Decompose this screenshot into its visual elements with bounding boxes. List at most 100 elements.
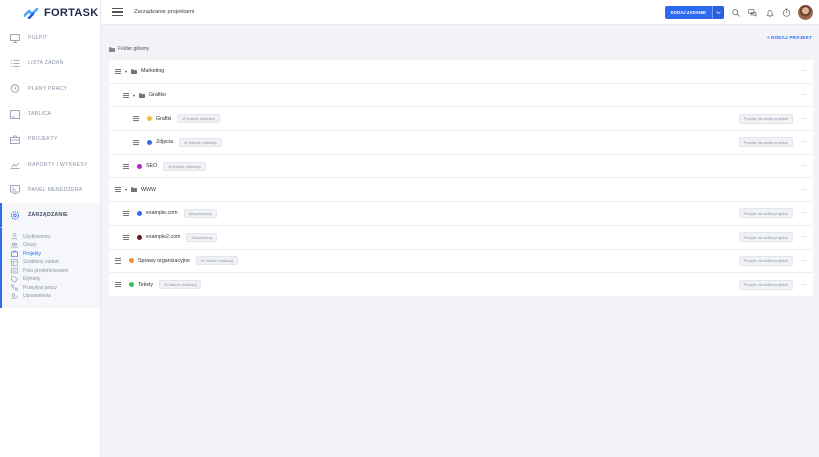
project-name[interactable]: SEO [146,163,157,169]
caret-down-icon[interactable]: ▼ [132,93,136,98]
goto-project-button[interactable]: Przejdź na widok projektu [738,137,793,148]
project-row[interactable]: Teksty W trakcie realizacji Przejdź na w… [109,273,813,297]
sidebar-subitem-grupy[interactable]: Grupy [2,241,100,250]
folder-row[interactable]: ▼ WWW ··· [109,178,813,203]
goto-project-button[interactable]: Przejdź na widok projektu [738,208,793,219]
folder-row[interactable]: ▼ Grafiko ··· [109,83,813,108]
sidebar-subitem-label: Szablony zadań [23,259,59,266]
more-options-icon[interactable]: ··· [800,68,807,74]
chat-icon [748,8,757,17]
more-options-icon[interactable]: ··· [800,258,807,264]
add-project-button[interactable]: + DODAJ PROJEKT [767,35,812,40]
goto-project-button[interactable]: Przejdź na widok projektu [738,279,793,290]
sidebar-item-label: LISTA ZADAŃ [28,60,64,67]
sidebar-subitem-uprawnienia[interactable]: Uprawnienia [2,292,100,301]
caret-down-icon[interactable]: ▼ [124,187,128,192]
drag-handle-icon[interactable] [133,116,139,122]
more-options-icon[interactable]: ··· [800,92,807,98]
more-options-icon[interactable]: ··· [800,116,807,122]
sidebar-item-projekty[interactable]: PROJEKTY [0,127,100,152]
workflow-icon [11,284,18,291]
sidebar-item-zarzadzanie[interactable]: ZARZĄDZANIE [0,203,100,229]
project-row[interactable]: example.com Utrzymywany Przejdź na widok… [109,202,813,226]
project-row[interactable]: Grafiki W trakcie realizacji Przejdź na … [109,107,813,132]
permissions-icon [11,293,18,299]
menu-toggle-button[interactable] [112,7,123,17]
top-header: Zarządzanie projektami DODAJ ZADANIE [101,0,819,25]
add-task-dropdown-button[interactable] [712,6,724,19]
tag-icon [11,275,18,283]
folder-row[interactable]: ▼ Marketing ··· [109,60,813,84]
drag-handle-icon[interactable] [123,234,129,240]
drag-handle-icon[interactable] [115,282,121,288]
sidebar-item-plany-pracy[interactable]: PLANY PRACY [0,77,100,102]
manager-panel-icon [10,185,20,195]
sidebar-item-pulpit[interactable]: PULPIT [0,26,100,51]
sidebar-subitem-szablony[interactable]: Szablony zadań [2,258,100,267]
sidebar-subitem-uzytkownicy[interactable]: Użytkownicy [2,232,100,241]
status-badge: W trakcie realizacji [195,256,239,266]
search-button[interactable] [730,7,741,18]
more-options-icon[interactable]: ··· [800,282,807,288]
messages-button[interactable] [747,7,758,18]
project-name[interactable]: example.com [146,210,178,216]
timer-button[interactable] [781,7,792,18]
drag-handle-icon[interactable] [123,163,129,169]
project-color-dot [129,258,134,264]
goto-project-button[interactable]: Przejdź na widok projektu [738,113,793,124]
sidebar-subitem-projekty[interactable]: Projekty [2,249,100,258]
project-row[interactable]: Zdjęcia W trakcie realizacji Przejdź na … [109,131,813,155]
user-avatar[interactable] [798,5,813,20]
goto-project-button[interactable]: Przejdź na widok projektu [738,232,793,243]
more-options-icon[interactable]: ··· [800,210,807,216]
drag-handle-icon[interactable] [123,210,129,216]
sidebar-item-raporty[interactable]: RAPORTY I WYKRESY [0,152,100,177]
drag-handle-icon[interactable] [115,258,121,264]
app-root: FORTASK PULPIT LISTA ZADAŃ PLANY PRACY T… [0,0,819,457]
sidebar-item-label: PROJEKTY [28,136,58,143]
logo[interactable]: FORTASK [0,0,100,26]
status-badge: Utrzymywany [183,208,217,218]
more-options-icon[interactable]: ··· [800,234,807,240]
sidebar-item-lista-zadan[interactable]: LISTA ZADAŃ [0,51,100,76]
drag-handle-icon[interactable] [123,92,129,98]
sidebar-subitem-label: Etykiety [23,276,41,283]
caret-down-icon[interactable]: ▼ [124,69,128,74]
group-icon [11,242,18,248]
sidebar-item-label: PULPIT [28,35,48,42]
project-color-dot [147,139,152,145]
notifications-button[interactable] [764,7,775,18]
project-name[interactable]: Sprawy organizacyjne [138,258,190,264]
more-options-icon[interactable]: ··· [800,187,807,193]
sidebar-subitem-przeplyw[interactable]: Przepływ pracy [2,283,100,292]
header-actions: DODAJ ZADANIE [664,5,813,20]
drag-handle-icon[interactable] [115,68,121,74]
project-name[interactable]: Grafiki [156,116,171,122]
more-options-icon[interactable]: ··· [800,139,807,145]
project-name[interactable]: Teksty [138,282,153,288]
drag-handle-icon[interactable] [133,139,139,145]
sidebar-subitem-pola[interactable]: Pola predefiniowane [2,266,100,275]
goto-project-button[interactable]: Przejdź na widok projektu [738,255,793,266]
project-name[interactable]: Zdjęcia [156,139,173,145]
chevron-down-icon [716,11,721,14]
more-options-icon[interactable]: ··· [800,163,807,169]
drag-handle-icon[interactable] [115,187,121,193]
sidebar-item-tablica[interactable]: TABLICA [0,102,100,127]
project-row[interactable]: SEO W trakcie realizacji ··· [109,154,813,179]
status-badge: W trakcie realizacji [159,280,202,290]
monitor-icon [10,33,20,43]
root-folder[interactable]: Folder główny [109,46,149,52]
sidebar-subitem-etykiety[interactable]: Etykiety [2,275,100,284]
sidebar-subitem-label: Grupy [23,242,37,249]
board-icon [10,109,20,119]
project-row[interactable]: Sprawy organizacyjne W trakcie realizacj… [109,249,813,274]
sidebar-item-panel-menedzera[interactable]: PANEL MENEDŻERA [0,178,100,203]
project-name[interactable]: example2.com [146,234,180,240]
timer-icon [782,8,791,17]
hamburger-line [112,15,123,17]
folder-name: Marketing [140,68,165,75]
add-task-button[interactable]: DODAJ ZADANIE [664,6,724,19]
sidebar-item-label: TABLICA [28,111,52,118]
project-row[interactable]: example2.com Zakończony Przejdź na widok… [109,225,813,250]
